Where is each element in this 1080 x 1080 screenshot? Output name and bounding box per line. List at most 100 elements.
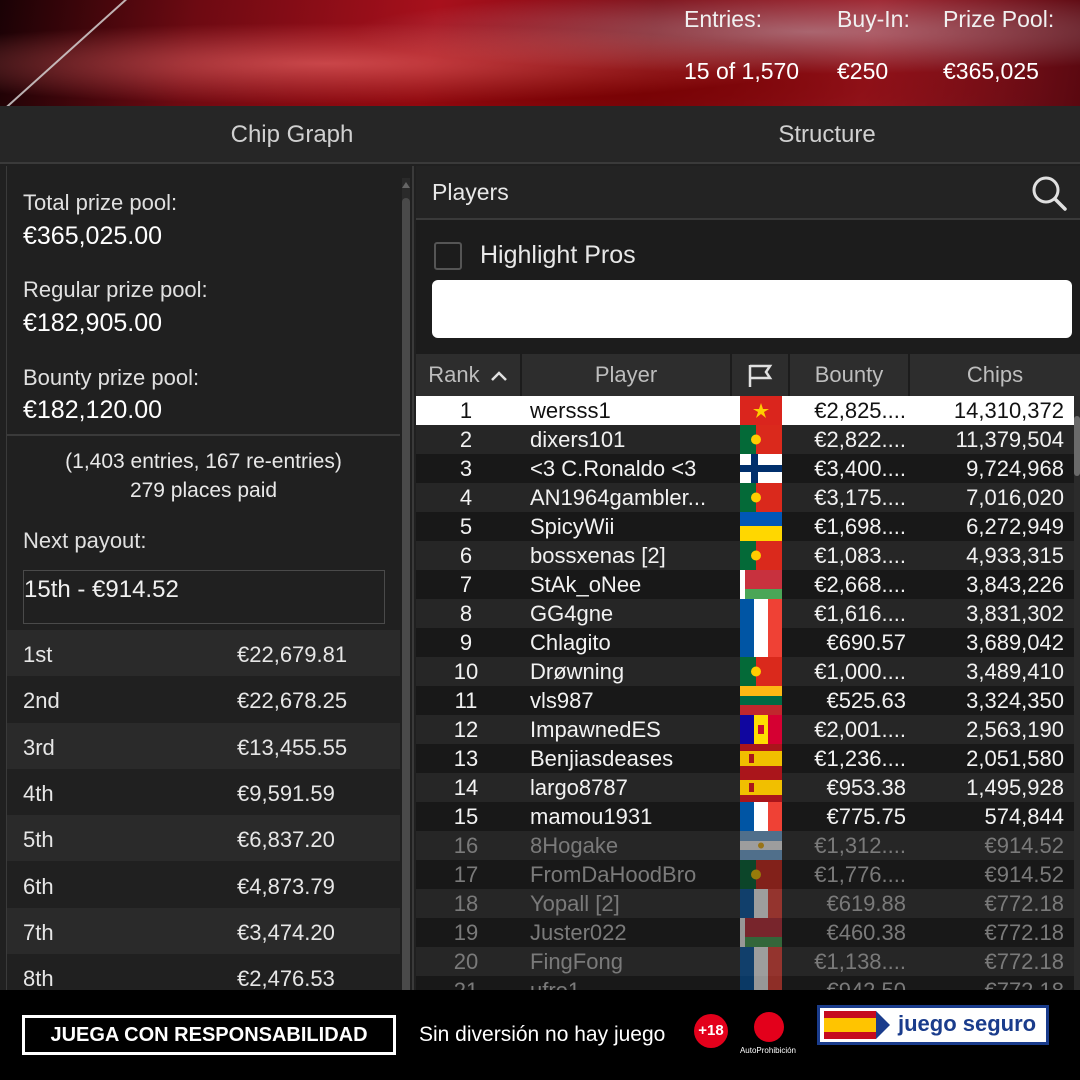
search-icon[interactable]	[1030, 174, 1068, 212]
scrollbar-thumb[interactable]	[402, 198, 410, 998]
country-flag-icon	[740, 744, 782, 773]
rank-cell: 13	[453, 746, 479, 771]
table-row[interactable]: 6 bossxenas [2] €1,083.... 4,933,315	[416, 541, 1076, 570]
table-row[interactable]: 7 StAk_oNee €2,668.... 3,843,226	[416, 570, 1076, 599]
age-18-badge: +18	[694, 1014, 728, 1048]
column-header-player[interactable]: Player	[520, 354, 730, 396]
rank-cell: 2	[459, 427, 473, 452]
player-name-cell: SpicyWii	[530, 514, 615, 539]
players-header: Players	[416, 166, 1080, 220]
player-name-cell: 8Hogake	[530, 833, 619, 858]
payout-row: 4th €9,591.59	[7, 769, 400, 815]
column-header-rank[interactable]: Rank	[416, 354, 520, 396]
country-flag-icon	[740, 831, 782, 860]
bounty-cell: €2,668....	[814, 572, 906, 597]
flag-icon	[748, 364, 773, 388]
payout-amount: €9,591.59	[237, 780, 335, 806]
bounty-cell: €460.38	[826, 920, 906, 945]
table-row[interactable]: 17 FromDaHoodBro €1,776.... €914.52	[416, 860, 1076, 889]
rank-cell: 17	[453, 862, 479, 887]
chips-cell: 9,724,968	[966, 456, 1064, 481]
country-flag-icon	[740, 570, 782, 599]
bounty-cell: €2,822....	[814, 427, 906, 452]
rank-cell: 7	[459, 572, 473, 597]
players-table-body: 1 wersss1 €2,825.... 14,310,372 2 dixers101 €2…	[416, 396, 1076, 990]
country-flag-icon	[740, 686, 782, 715]
tab-chip-graph[interactable]: Chip Graph	[0, 106, 584, 164]
player-name-cell: StAk_oNee	[530, 572, 642, 597]
table-row[interactable]: 9 Chlagito €690.57 3,689,042	[416, 628, 1076, 657]
chips-cell: 574,844	[984, 804, 1064, 829]
next-payout-label: Next payout:	[23, 528, 147, 553]
scroll-up-arrow-icon[interactable]	[402, 182, 410, 188]
chips-cell: €772.18	[984, 891, 1064, 916]
regular-prize-pool-label: Regular prize pool:	[23, 277, 208, 302]
table-row[interactable]: 2 dixers101 €2,822.... 11,379,504	[416, 425, 1076, 454]
bounty-cell: €1,616....	[814, 601, 906, 626]
table-row[interactable]: 21 ufro1 €942.50 €772.18	[416, 976, 1076, 990]
prizepool-value: €365,025	[943, 58, 1039, 84]
table-row[interactable]: 13 Benjiasdeases €1,236.... 2,051,580	[416, 744, 1076, 773]
prizepool-label: Prize Pool:	[943, 6, 1055, 32]
table-row[interactable]: 20 FingFong €1,138.... €772.18	[416, 947, 1076, 976]
bounty-cell: €3,175....	[814, 485, 906, 510]
bounty-cell: €525.63	[826, 688, 906, 713]
chips-cell: 3,489,410	[966, 659, 1064, 684]
payout-place: 3rd	[23, 734, 55, 760]
table-row[interactable]: 8 GG4gne €1,616.... 3,831,302	[416, 599, 1076, 628]
column-header-country[interactable]	[730, 354, 788, 396]
chips-cell: 14,310,372	[953, 398, 1064, 423]
rank-cell: 15	[453, 804, 479, 829]
juego-seguro-logo[interactable]: juego seguro	[817, 1005, 1049, 1045]
table-row[interactable]: 5 SpicyWii €1,698.... 6,272,949	[416, 512, 1076, 541]
bounty-cell: €953.38	[826, 775, 906, 800]
payout-place: 5th	[23, 827, 54, 853]
hand-stop-icon	[754, 1012, 784, 1042]
next-payout-box: 15th - €914.52	[23, 570, 385, 624]
table-row[interactable]: 18 Yopall [2] €619.88 €772.18	[416, 889, 1076, 918]
scrollbar-thumb[interactable]	[1074, 416, 1080, 476]
chips-cell: 3,843,226	[966, 572, 1064, 597]
places-paid: 279 places paid	[129, 479, 278, 502]
player-filter-input[interactable]	[432, 280, 1072, 338]
chips-cell: 4,933,315	[966, 543, 1064, 568]
bounty-cell: €1,776....	[814, 862, 906, 887]
bounty-cell: €775.75	[826, 804, 906, 829]
prize-panel: Total prize pool: €365,025.00 Regular pr…	[0, 166, 414, 998]
player-name-cell: dixers101	[530, 427, 626, 452]
chips-cell: 3,324,350	[966, 688, 1064, 713]
table-row[interactable]: 4 AN1964gambler... €3,175.... 7,016,020	[416, 483, 1076, 512]
payout-place: 6th	[23, 873, 54, 899]
column-header-chips[interactable]: Chips	[908, 354, 1080, 396]
rank-cell: 21	[416, 976, 516, 990]
players-scrollbar[interactable]	[1074, 396, 1080, 990]
payout-scrollbar[interactable]	[402, 178, 410, 998]
table-row[interactable]: 11 vls987 €525.63 3,324,350	[416, 686, 1076, 715]
responsible-gaming-footer: JUEGA CON RESPONSABILIDAD Sin diversión …	[0, 990, 1080, 1080]
highlight-pros-checkbox[interactable]	[434, 242, 462, 270]
players-table-header: Rank Player Bounty Chips	[416, 354, 1080, 396]
total-prize-pool-label: Total prize pool:	[23, 190, 178, 215]
country-flag-icon	[740, 860, 782, 889]
table-row[interactable]: 15 mamou1931 €775.75 574,844	[416, 802, 1076, 831]
payout-place: 8th	[23, 966, 54, 992]
country-flag-icon	[740, 657, 782, 686]
table-row[interactable]: 16 8Hogake €1,312.... €914.52	[416, 831, 1076, 860]
table-row[interactable]: 1 wersss1 €2,825.... 14,310,372	[416, 396, 1076, 425]
country-flag-icon	[740, 773, 782, 802]
payout-amount: €2,476.53	[237, 966, 335, 992]
bounty-cell: €1,083....	[814, 543, 906, 568]
country-flag-icon	[740, 483, 782, 512]
table-row[interactable]: 12 ImpawnedES €2,001.... 2,563,190	[416, 715, 1076, 744]
column-header-bounty[interactable]: Bounty	[788, 354, 908, 396]
table-row[interactable]: 14 largo8787 €953.38 1,495,928	[416, 773, 1076, 802]
rank-cell: 9	[459, 630, 473, 655]
autoprohibicion-logo[interactable]: AutoProhibición	[738, 1012, 798, 1060]
table-row[interactable]: 19 Juster022 €460.38 €772.18	[416, 918, 1076, 947]
responsible-gaming-button[interactable]: JUEGA CON RESPONSABILIDAD	[22, 1015, 396, 1055]
table-row[interactable]: 10 Drøwning €1,000.... 3,489,410	[416, 657, 1076, 686]
rank-cell: 3	[459, 456, 473, 481]
tab-structure[interactable]: Structure	[584, 106, 1070, 164]
table-row[interactable]: 3 <3 C.Ronaldo <3 €3,400.... 9,724,968	[416, 454, 1076, 483]
chips-cell: €772.18	[916, 976, 1064, 990]
